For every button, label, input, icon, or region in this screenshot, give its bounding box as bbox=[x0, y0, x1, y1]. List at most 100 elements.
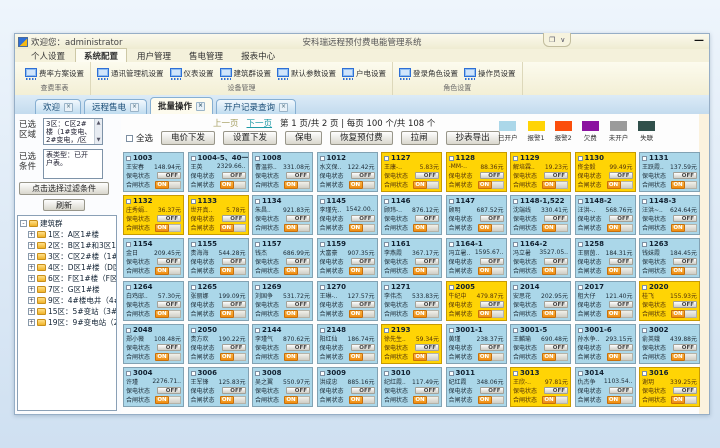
select-all-checkbox[interactable] bbox=[126, 135, 133, 142]
room-card[interactable]: 1130佟金毅99.49元保电状态OFF合闸状态ON bbox=[575, 152, 636, 192]
tree-root[interactable]: -建筑群 bbox=[20, 218, 116, 229]
expand-icon[interactable]: + bbox=[28, 275, 35, 282]
room-checkbox[interactable] bbox=[320, 199, 325, 204]
protect-off-toggle[interactable]: OFF bbox=[222, 258, 246, 265]
switch-on-toggle[interactable]: ON bbox=[542, 267, 568, 275]
protect-off-toggle[interactable]: OFF bbox=[157, 215, 181, 222]
expand-icon[interactable]: + bbox=[28, 253, 35, 260]
on-button[interactable]: ON bbox=[413, 267, 427, 275]
protect-off-toggle[interactable]: OFF bbox=[222, 172, 246, 179]
protect-off-toggle[interactable]: OFF bbox=[286, 344, 310, 351]
room-card[interactable]: 3014仇杰争1103.54..保电状态OFF合闸状态ON bbox=[575, 367, 636, 407]
switch-on-toggle[interactable]: ON bbox=[478, 267, 504, 275]
on-button[interactable]: ON bbox=[478, 224, 492, 232]
expand-icon[interactable]: + bbox=[28, 242, 35, 249]
window-style-control[interactable]: ❐ ∨ bbox=[543, 33, 571, 47]
switch-on-toggle[interactable]: ON bbox=[155, 267, 181, 275]
room-checkbox[interactable] bbox=[126, 328, 131, 333]
switch-on-toggle[interactable]: ON bbox=[220, 310, 246, 318]
protect-off-toggle[interactable]: OFF bbox=[480, 215, 504, 222]
room-checkbox[interactable] bbox=[642, 371, 647, 376]
on-button[interactable]: ON bbox=[349, 353, 363, 361]
room-checkbox[interactable] bbox=[642, 328, 647, 333]
switch-on-toggle[interactable]: ON bbox=[220, 224, 246, 232]
switch-on-toggle[interactable]: ON bbox=[284, 353, 310, 361]
protect-off-toggle[interactable]: OFF bbox=[609, 258, 633, 265]
protect-off-toggle[interactable]: OFF bbox=[544, 258, 568, 265]
room-card[interactable]: 3001-1黄瑾238.37元保电状态OFF合闸状态ON bbox=[446, 324, 507, 364]
room-checkbox[interactable] bbox=[513, 371, 518, 376]
room-checkbox[interactable] bbox=[384, 199, 389, 204]
protect-off-toggle[interactable]: OFF bbox=[351, 387, 375, 394]
room-checkbox[interactable] bbox=[449, 156, 454, 161]
room-checkbox[interactable] bbox=[320, 156, 325, 161]
switch-on-toggle[interactable]: ON bbox=[155, 224, 181, 232]
room-checkbox[interactable] bbox=[191, 371, 196, 376]
room-card[interactable]: 3004许瑾2276.71..保电状态OFF合闸状态ON bbox=[123, 367, 184, 407]
room-card[interactable]: 1157钱杰686.99元保电状态OFF合闸状态ON bbox=[252, 238, 313, 278]
room-card[interactable]: 1008曹温荪..331.08元保电状态OFF合闸状态ON bbox=[252, 152, 313, 192]
room-checkbox[interactable] bbox=[578, 285, 583, 290]
collapse-icon[interactable]: - bbox=[20, 220, 27, 227]
protect-off-toggle[interactable]: OFF bbox=[480, 301, 504, 308]
room-checkbox[interactable] bbox=[384, 328, 389, 333]
switch-on-toggle[interactable]: ON bbox=[155, 396, 181, 404]
scroll-up-icon[interactable]: ▲ bbox=[97, 119, 101, 127]
room-card[interactable]: 1133世开真..5.78元保电状态OFF合闸状态ON bbox=[188, 195, 249, 235]
protect-off-toggle[interactable]: OFF bbox=[222, 387, 246, 394]
room-card[interactable]: 1154金日209.45元保电状态OFF合闸状态ON bbox=[123, 238, 184, 278]
tree-item-3[interactable]: +3区：C区2#楼（1#变… bbox=[28, 251, 116, 262]
on-button[interactable]: ON bbox=[542, 267, 556, 275]
room-checkbox[interactable] bbox=[384, 156, 389, 161]
protect-off-toggle[interactable]: OFF bbox=[673, 172, 697, 179]
room-card[interactable]: 1270王琳-..127.57元保电状态OFF合闸状态ON bbox=[317, 281, 378, 321]
room-checkbox[interactable] bbox=[642, 285, 647, 290]
room-card[interactable]: 3006王军锋125.83元保电状态OFF合闸状态ON bbox=[188, 367, 249, 407]
room-checkbox[interactable] bbox=[320, 371, 325, 376]
room-card[interactable]: 2005牛纪中479.87元保电状态OFF合闸状态ON bbox=[446, 281, 507, 321]
tree-item-5[interactable]: +6区：F区1#楼（F区1#… bbox=[28, 273, 116, 284]
protect-off-toggle[interactable]: OFF bbox=[544, 172, 568, 179]
protect-off-toggle[interactable]: OFF bbox=[673, 301, 697, 308]
tree-item-8[interactable]: +15区：5#变站（3#变… bbox=[28, 306, 116, 317]
room-checkbox[interactable] bbox=[191, 285, 196, 290]
protect-off-toggle[interactable]: OFF bbox=[673, 258, 697, 265]
room-card[interactable]: 1159大富豪907.35元保电状态OFF合闸状态ON bbox=[317, 238, 378, 278]
protect-off-toggle[interactable]: OFF bbox=[544, 387, 568, 394]
switch-on-toggle[interactable]: ON bbox=[542, 310, 568, 318]
on-button[interactable]: ON bbox=[220, 396, 234, 404]
protect-off-toggle[interactable]: OFF bbox=[544, 215, 568, 222]
tree-item-6[interactable]: +7区：G区1#楼 bbox=[28, 284, 116, 295]
ribbon-tab-4[interactable]: 售电管理 bbox=[181, 49, 231, 62]
room-card[interactable]: 2050贵方欢190.22元保电状态OFF合闸状态ON bbox=[188, 324, 249, 364]
room-checkbox[interactable] bbox=[384, 371, 389, 376]
on-button[interactable]: ON bbox=[478, 310, 492, 318]
tree-item-7[interactable]: +9区：4#楼电井（4#楼… bbox=[28, 295, 116, 306]
on-button[interactable]: ON bbox=[542, 353, 556, 361]
switch-on-toggle[interactable]: ON bbox=[349, 353, 375, 361]
switch-on-toggle[interactable]: ON bbox=[349, 224, 375, 232]
protect-off-toggle[interactable]: OFF bbox=[157, 258, 181, 265]
room-checkbox[interactable] bbox=[513, 199, 518, 204]
on-button[interactable]: ON bbox=[478, 353, 492, 361]
switch-on-toggle[interactable]: ON bbox=[607, 396, 633, 404]
switch-on-toggle[interactable]: ON bbox=[478, 353, 504, 361]
switch-on-toggle[interactable]: ON bbox=[671, 310, 697, 318]
room-card[interactable]: 1258王丽茵..184.31元保电状态OFF合闸状态ON bbox=[575, 238, 636, 278]
switch-on-toggle[interactable]: ON bbox=[607, 267, 633, 275]
switch-on-toggle[interactable]: ON bbox=[349, 267, 375, 275]
selected-cond-listbox[interactable]: 表类型：已开户表。 bbox=[43, 149, 103, 179]
protect-off-toggle[interactable]: OFF bbox=[609, 301, 633, 308]
protect-off-toggle[interactable]: OFF bbox=[673, 344, 697, 351]
on-button[interactable]: ON bbox=[607, 224, 621, 232]
switch-on-toggle[interactable]: ON bbox=[478, 396, 504, 404]
on-button[interactable]: ON bbox=[220, 353, 234, 361]
switch-on-toggle[interactable]: ON bbox=[220, 396, 246, 404]
protect-off-toggle[interactable]: OFF bbox=[286, 172, 310, 179]
room-checkbox[interactable] bbox=[255, 242, 260, 247]
room-card[interactable]: 3002俞英娥439.88元保电状态OFF合闸状态ON bbox=[639, 324, 700, 364]
switch-on-toggle[interactable]: ON bbox=[413, 310, 439, 318]
on-button[interactable]: ON bbox=[607, 353, 621, 361]
switch-on-toggle[interactable]: ON bbox=[607, 353, 633, 361]
switch-on-toggle[interactable]: ON bbox=[284, 396, 310, 404]
